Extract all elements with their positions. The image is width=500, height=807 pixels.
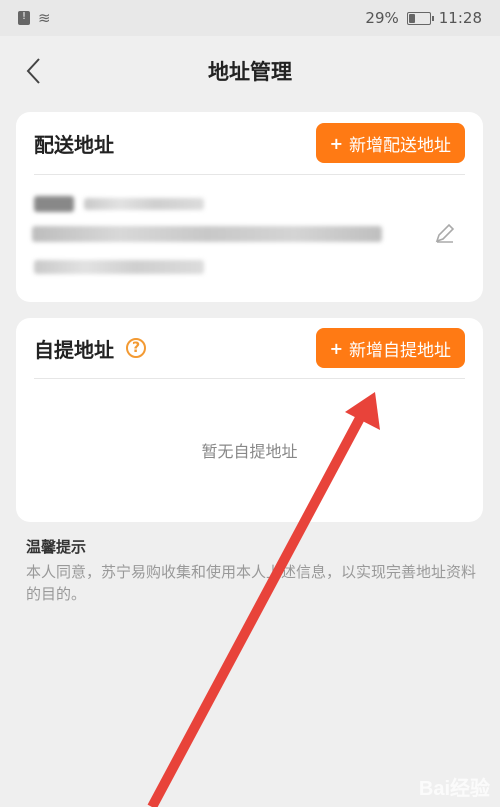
- watermark: Bai经验: [418, 778, 490, 800]
- annotation-arrow: [147, 392, 380, 807]
